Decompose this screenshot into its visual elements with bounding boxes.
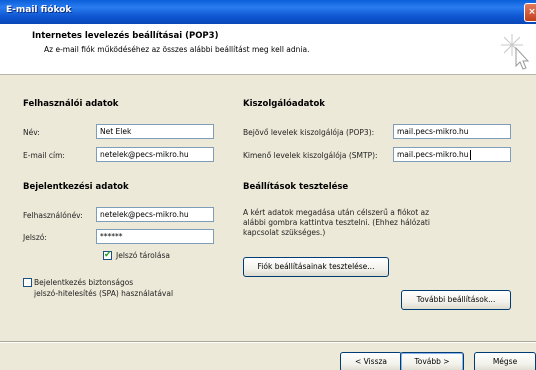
back-button[interactable]: < Vissza: [340, 352, 402, 370]
remember-password-checkbox[interactable]: ✔: [103, 250, 112, 260]
email-field[interactable]: netelek@pecs-mikro.hu: [96, 147, 214, 162]
wizard-header: Internetes levelezés beállításai (POP3) …: [0, 24, 536, 75]
next-button[interactable]: Tovább >: [400, 352, 464, 370]
login-info-heading: Bejelentkezési adatok: [23, 182, 129, 192]
spa-label-line2[interactable]: jelszó-hitelesítés (SPA) használatával: [34, 289, 173, 298]
checkmark-icon: ✔: [104, 250, 112, 260]
email-label: E-mail cím:: [23, 151, 65, 160]
test-description-line1: A kért adatok megadása után célszerű a f…: [243, 208, 430, 217]
text-caret: [469, 150, 471, 160]
close-icon[interactable]: ×: [524, 3, 536, 22]
test-description-line2: alábbi gombra kattintva tesztelni. (Ehhe…: [243, 218, 430, 227]
incoming-server-label: Bejövő levelek kiszolgálója (POP3):: [243, 128, 375, 137]
window-title: E-mail fiókok: [6, 5, 72, 15]
outgoing-server-label: Kimenő levelek kiszolgálója (SMTP):: [243, 151, 378, 160]
remember-password-label[interactable]: Jelszó tárolása: [116, 251, 170, 260]
test-settings-heading: Beállítások tesztelése: [243, 182, 349, 192]
username-label: Felhasználónév:: [23, 211, 83, 220]
outgoing-server-value: mail.pecs-mikro.hu: [397, 150, 469, 159]
more-settings-button[interactable]: További beállítások...: [401, 290, 511, 310]
username-field[interactable]: netelek@pecs-mikro.hu: [96, 207, 214, 222]
test-description-line3: kapcsolat szükséges.): [243, 228, 326, 237]
user-info-heading: Felhasználói adatok: [23, 99, 119, 109]
header-subtitle: Az e-mail fiók működéséhez az összes alá…: [44, 45, 310, 54]
title-bar[interactable]: E-mail fiókok ×: [0, 0, 536, 24]
test-account-button[interactable]: Fiók beállításainak tesztelése...: [243, 257, 389, 277]
cancel-button[interactable]: Mégse: [474, 352, 536, 370]
spa-checkbox[interactable]: [23, 278, 32, 287]
wizard-sparkle-icon: [501, 34, 530, 70]
spa-label-line1[interactable]: Bejelentkezés biztonságos: [34, 278, 133, 287]
name-label: Név:: [23, 128, 40, 137]
footer-divider: [0, 341, 536, 343]
server-info-heading: Kiszolgálóadatok: [243, 99, 325, 109]
header-title: Internetes levelezés beállításai (POP3): [32, 31, 219, 41]
name-field[interactable]: Net Elek: [96, 124, 214, 139]
incoming-server-field[interactable]: mail.pecs-mikro.hu: [393, 124, 511, 139]
password-field[interactable]: ******: [96, 229, 214, 244]
outgoing-server-field[interactable]: mail.pecs-mikro.hu: [393, 147, 511, 162]
email-accounts-dialog: E-mail fiókok × Internetes levelezés beá…: [0, 0, 536, 370]
password-label: Jelszó:: [23, 233, 47, 242]
